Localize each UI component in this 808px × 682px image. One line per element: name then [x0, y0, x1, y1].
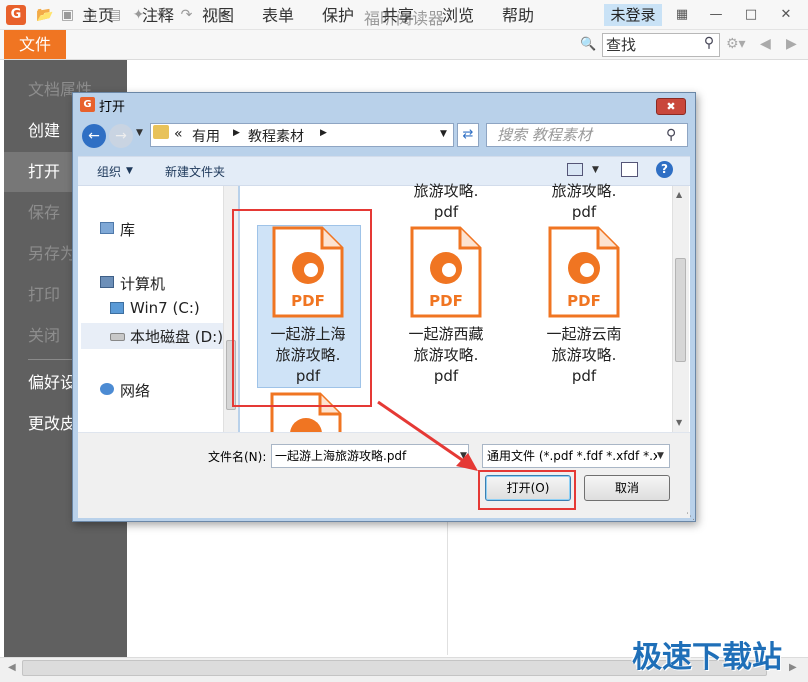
- lp-create[interactable]: 创建: [28, 116, 60, 146]
- menu-help[interactable]: 帮助: [502, 4, 534, 28]
- filetype-dropdown-icon[interactable]: ▼: [657, 451, 664, 461]
- nav-drive-d[interactable]: 本地磁盘 (D:): [130, 326, 223, 347]
- search-icon[interactable]: ⚲: [666, 127, 676, 143]
- filename-label: 文件名(N):: [208, 450, 267, 464]
- dialog-app-icon: G: [80, 97, 95, 112]
- page-edge: [447, 520, 448, 655]
- view-mode-icon[interactable]: [567, 163, 583, 176]
- lp-save-as[interactable]: 另存为: [28, 239, 76, 269]
- resize-grip-icon[interactable]: ⋱: [686, 512, 695, 522]
- search-input[interactable]: 搜索 教程素材: [486, 123, 688, 147]
- menu-share[interactable]: 共享: [382, 4, 414, 28]
- minimize-icon[interactable]: —: [706, 5, 726, 25]
- file-item-tibet[interactable]: 一起游西藏 旅游攻略. pdf: [396, 324, 496, 387]
- address-dropdown-icon[interactable]: ▼: [440, 129, 447, 139]
- maximize-icon[interactable]: □: [741, 5, 761, 25]
- file-name-line: pdf: [433, 203, 459, 221]
- refresh-icon[interactable]: ⇄: [457, 123, 479, 147]
- folder-icon: [153, 125, 169, 139]
- lp-save[interactable]: 保存: [28, 198, 60, 228]
- find-options-icon[interactable]: 🔍: [580, 37, 598, 53]
- lp-close[interactable]: 关闭: [28, 321, 60, 351]
- windows-drive-icon: [110, 302, 124, 314]
- breadcrumb-chevron-icon[interactable]: ▶: [320, 128, 327, 138]
- scroll-up-icon[interactable]: ▲: [676, 190, 682, 199]
- scroll-left-icon[interactable]: ◀: [8, 662, 16, 673]
- highlight-box-file: [232, 209, 372, 407]
- forward-arrow-icon[interactable]: →: [109, 124, 133, 148]
- file-name-line: 旅游攻略.: [551, 346, 617, 364]
- menu-home[interactable]: 主页: [82, 4, 114, 28]
- breadcrumb-chevron-icon[interactable]: ▶: [233, 128, 240, 138]
- annotation-arrow: [377, 400, 478, 471]
- close-icon[interactable]: ✕: [776, 5, 796, 25]
- breadcrumb-overflow[interactable]: «: [174, 126, 183, 142]
- nav-library[interactable]: 库: [120, 219, 135, 240]
- menu-view[interactable]: 视图: [202, 4, 234, 28]
- lp-print[interactable]: 打印: [28, 280, 60, 310]
- next-icon[interactable]: ▶: [786, 36, 797, 52]
- view-dropdown-icon[interactable]: ▼: [592, 165, 599, 175]
- pdf-file-icon: PDF: [548, 226, 620, 318]
- file-name-line: pdf: [571, 203, 597, 221]
- scroll-right-icon[interactable]: ▶: [789, 662, 797, 673]
- library-icon: [100, 222, 114, 234]
- filetype-select[interactable]: 通用文件 (*.pdf *.fdf *.xfdf *.x: [482, 444, 670, 468]
- highlight-box-open-button: [478, 470, 576, 510]
- new-folder-button[interactable]: 新建文件夹: [165, 163, 225, 180]
- preview-pane-icon[interactable]: [621, 162, 638, 177]
- nav-drive-c[interactable]: Win7 (C:): [130, 299, 200, 317]
- file-name-line: pdf: [433, 367, 459, 385]
- disk-drive-icon: [110, 333, 125, 341]
- computer-icon: [100, 276, 114, 288]
- file-name-line: 一起游云南: [546, 325, 622, 343]
- menu-form[interactable]: 表单: [262, 4, 294, 28]
- file-scroll-thumb[interactable]: [675, 258, 686, 362]
- network-icon: [100, 383, 114, 395]
- dialog-title: 打开: [99, 100, 126, 115]
- scroll-down-icon[interactable]: ▼: [676, 418, 682, 427]
- menu-file[interactable]: 文件: [4, 30, 66, 59]
- file-name-line: 旅游攻略.: [551, 182, 617, 200]
- settings-icon[interactable]: ⚙▾: [726, 36, 746, 52]
- menu-browse[interactable]: 浏览: [442, 4, 474, 28]
- dialog-close-icon[interactable]: ✖: [656, 98, 686, 115]
- breadcrumb-item-useful[interactable]: 有用: [192, 126, 220, 146]
- search-icon[interactable]: ⚲: [700, 35, 718, 53]
- file-name-line: pdf: [571, 367, 597, 385]
- history-dropdown-icon[interactable]: ▼: [136, 128, 143, 138]
- pdf-label: PDF: [567, 292, 601, 310]
- pdf-file-icon: PDF: [410, 226, 482, 318]
- file-item-partial[interactable]: 旅游攻略. pdf: [534, 181, 634, 223]
- cancel-button[interactable]: 取消: [584, 475, 670, 501]
- file-item-partial[interactable]: 旅游攻略. pdf: [396, 181, 496, 223]
- menu-comment[interactable]: 注释: [142, 4, 174, 28]
- layout-icon[interactable]: ▦: [672, 5, 692, 25]
- file-name-line: 一起游西藏: [408, 325, 484, 343]
- back-arrow-icon[interactable]: ←: [82, 124, 106, 148]
- menu-protect[interactable]: 保护: [322, 4, 354, 28]
- organize-button[interactable]: 组织: [97, 163, 121, 180]
- file-name-line: 旅游攻略.: [413, 182, 479, 200]
- prev-icon[interactable]: ◀: [760, 36, 771, 52]
- lp-open[interactable]: 打开: [28, 157, 60, 187]
- pdf-label: PDF: [429, 292, 463, 310]
- nav-network[interactable]: 网络: [120, 380, 150, 401]
- file-item-yunnan[interactable]: 一起游云南 旅游攻略. pdf: [534, 324, 634, 387]
- file-name-line: 旅游攻略.: [413, 346, 479, 364]
- organize-dropdown-icon[interactable]: ▼: [126, 166, 133, 176]
- watermark: 极速下载站: [632, 640, 782, 675]
- help-icon[interactable]: ?: [656, 161, 673, 178]
- nav-computer[interactable]: 计算机: [120, 273, 165, 294]
- breadcrumb-item-material[interactable]: 教程素材: [248, 126, 304, 146]
- login-button[interactable]: 未登录: [604, 4, 662, 26]
